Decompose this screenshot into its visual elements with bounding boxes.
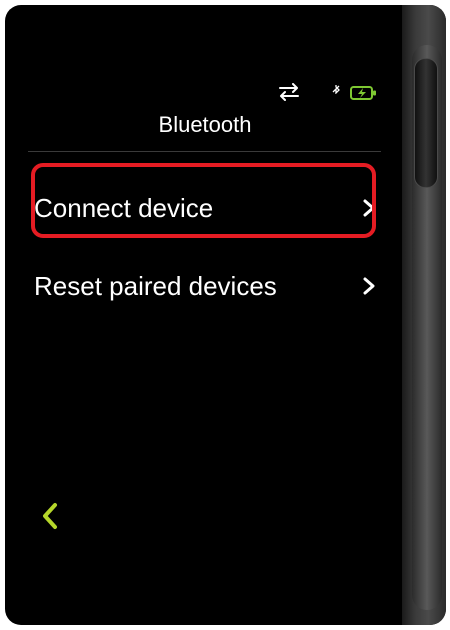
status-bar (270, 82, 385, 104)
transfer-arrows-icon (279, 83, 299, 101)
page-title: Bluetooth (158, 112, 252, 137)
battery-charging-icon (350, 86, 376, 100)
title-divider (28, 151, 381, 152)
chevron-right-icon (363, 277, 375, 295)
chevron-left-icon[interactable] (38, 500, 62, 532)
menu-item-label: Reset paired devices (34, 270, 277, 301)
chevron-right-icon (363, 199, 375, 217)
menu-item-connect-device[interactable]: Connect device (34, 184, 380, 232)
menu-item-reset-paired-devices[interactable]: Reset paired devices (34, 262, 380, 310)
device-side-button[interactable] (414, 58, 438, 188)
menu-item-label: Connect device (34, 192, 214, 223)
bluetooth-small-icon (332, 85, 340, 94)
